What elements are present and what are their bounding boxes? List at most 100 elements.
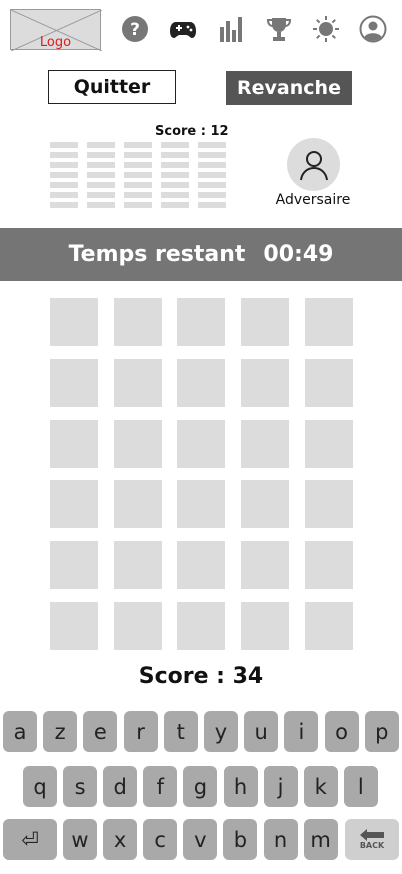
profile-icon[interactable]: [359, 15, 387, 43]
board-cell[interactable]: [113, 541, 162, 590]
stats-icon[interactable]: [217, 15, 245, 43]
board-cell[interactable]: [304, 419, 353, 468]
key-d[interactable]: d: [103, 766, 138, 807]
key-f[interactable]: f: [143, 766, 178, 807]
board-cell[interactable]: [241, 541, 290, 590]
user-icon: [299, 150, 328, 180]
board-cell[interactable]: [50, 298, 98, 346]
opponent-board: [50, 142, 226, 212]
board-cell[interactable]: [241, 298, 290, 346]
opponent-board-cell: [161, 152, 189, 158]
opponent-board-cell: [50, 192, 78, 198]
key-m[interactable]: m: [303, 819, 338, 860]
opponent-board-cell: [50, 142, 78, 148]
key-v[interactable]: v: [183, 819, 218, 860]
key-e[interactable]: e: [83, 711, 118, 752]
opponent-board-cell: [50, 152, 78, 158]
board-cell[interactable]: [177, 419, 226, 468]
key-s[interactable]: s: [63, 766, 98, 807]
key-h[interactable]: h: [223, 766, 258, 807]
opponent-board-cell: [161, 182, 189, 188]
board-cell[interactable]: [177, 602, 226, 650]
board-cell[interactable]: [304, 602, 353, 650]
logo: Logo: [10, 9, 102, 51]
opponent-board-cell: [161, 162, 189, 168]
opponent-board-cell: [87, 172, 115, 178]
key-i[interactable]: i: [284, 711, 319, 752]
key-q[interactable]: q: [23, 766, 57, 807]
key-z[interactable]: z: [43, 711, 78, 752]
board-cell[interactable]: [177, 298, 226, 346]
key-c[interactable]: c: [143, 819, 178, 860]
key-g[interactable]: g: [183, 766, 218, 807]
board-cell[interactable]: [50, 480, 98, 529]
board-cell[interactable]: [50, 541, 98, 590]
brightness-icon[interactable]: [312, 15, 340, 43]
key-k[interactable]: k: [303, 766, 338, 807]
board-cell[interactable]: [177, 358, 226, 407]
opponent-board-cell: [198, 142, 226, 148]
key-u[interactable]: u: [244, 711, 279, 752]
key-n[interactable]: n: [263, 819, 298, 860]
opponent-board-cell: [161, 202, 189, 208]
help-icon[interactable]: ?: [121, 15, 149, 43]
opponent-score: Score : 12: [155, 124, 229, 139]
opponent-board-cell: [124, 172, 152, 178]
key-l[interactable]: l: [343, 766, 378, 807]
board-cell[interactable]: [113, 358, 162, 407]
timer-label: Temps restant: [68, 242, 246, 267]
logo-text: Logo: [39, 35, 72, 50]
opponent-board-cell: [161, 192, 189, 198]
opponent-board-cell: [87, 142, 115, 148]
player-score: Score : 34: [138, 664, 264, 689]
key-o[interactable]: o: [324, 711, 359, 752]
rematch-button[interactable]: Revanche: [226, 71, 352, 105]
board-cell[interactable]: [50, 419, 98, 468]
board-cell[interactable]: [241, 602, 290, 650]
opponent-board-cell: [124, 162, 152, 168]
board-cell[interactable]: [113, 419, 162, 468]
backspace-key[interactable]: BACK: [345, 819, 399, 860]
game-board: [50, 298, 353, 650]
key-b[interactable]: b: [223, 819, 258, 860]
opponent-board-cell: [198, 202, 226, 208]
key-x[interactable]: x: [103, 819, 138, 860]
board-cell[interactable]: [113, 602, 162, 650]
opponent-board-cell: [50, 202, 78, 208]
key-p[interactable]: p: [364, 711, 399, 752]
board-cell[interactable]: [177, 480, 226, 529]
key-w[interactable]: w: [63, 819, 97, 860]
board-cell[interactable]: [241, 480, 290, 529]
board-cell[interactable]: [113, 298, 162, 346]
board-cell[interactable]: [304, 358, 353, 407]
opponent-board-cell: [161, 142, 189, 148]
board-cell[interactable]: [304, 541, 353, 590]
board-cell[interactable]: [304, 480, 353, 529]
board-cell[interactable]: [113, 480, 162, 529]
board-cell[interactable]: [241, 419, 290, 468]
board-cell[interactable]: [50, 602, 98, 650]
gamepad-icon[interactable]: [169, 15, 197, 43]
opponent-board-cell: [161, 172, 189, 178]
opponent-board-cell: [124, 202, 152, 208]
board-cell[interactable]: [50, 358, 98, 407]
key-y[interactable]: y: [204, 711, 238, 752]
key-r[interactable]: r: [123, 711, 158, 752]
quit-button[interactable]: Quitter: [48, 70, 176, 104]
opponent-board-cell: [124, 142, 152, 148]
opponent-board-cell: [87, 192, 115, 198]
board-cell[interactable]: [304, 298, 353, 346]
enter-key[interactable]: ⏎: [3, 819, 57, 860]
key-a[interactable]: a: [3, 711, 37, 752]
trophy-icon[interactable]: [265, 15, 293, 43]
opponent-avatar: [287, 138, 340, 191]
opponent-board-cell: [124, 192, 152, 198]
opponent-board-cell: [124, 152, 152, 158]
timer-bar: Temps restant 00:49: [0, 228, 402, 281]
board-cell[interactable]: [241, 358, 290, 407]
svg-text:?: ?: [130, 20, 140, 40]
key-t[interactable]: t: [163, 711, 198, 752]
board-cell[interactable]: [177, 541, 226, 590]
opponent-board-cell: [198, 152, 226, 158]
key-j[interactable]: j: [263, 766, 298, 807]
